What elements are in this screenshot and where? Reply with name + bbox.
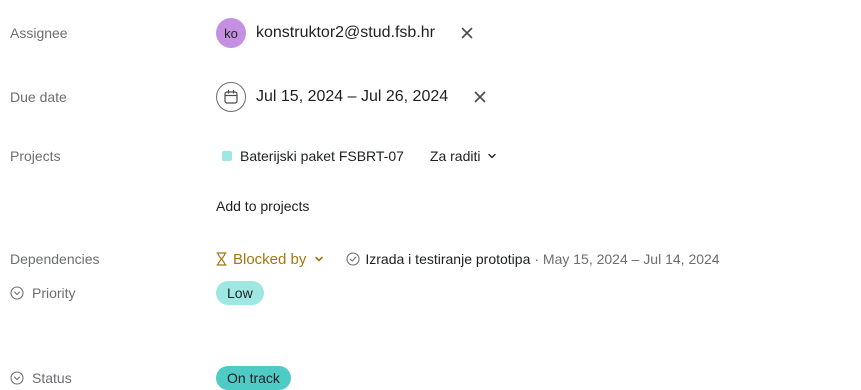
project-item[interactable]: Baterijski paket FSBRT-07 Za raditi: [216, 148, 497, 164]
check-circle-icon: [346, 252, 360, 266]
calendar-icon[interactable]: [216, 82, 246, 112]
due-date-text[interactable]: Jul 15, 2024 – Jul 26, 2024: [256, 88, 448, 106]
priority-label: Priority: [32, 285, 76, 301]
projects-row: Projects Baterijski paket FSBRT-07 Za ra…: [0, 146, 861, 166]
status-row: Status On track: [0, 366, 861, 390]
projects-label: Projects: [10, 148, 61, 164]
project-name[interactable]: Baterijski paket FSBRT-07: [240, 148, 404, 164]
chevron-down-icon: [487, 153, 496, 159]
chevron-down-icon: [315, 256, 324, 262]
status-label: Status: [32, 370, 72, 386]
avatar[interactable]: ko: [216, 18, 246, 48]
status-value[interactable]: On track: [216, 366, 291, 390]
check-circle-icon: [10, 286, 24, 300]
add-to-projects-row: Add to projects: [0, 196, 861, 216]
dependency-task[interactable]: Izrada i testiranje prototipa · May 15, …: [346, 251, 720, 267]
clear-due-date-close-icon[interactable]: [474, 91, 486, 103]
assignee-row: Assignee ko konstruktor2@stud.fsb.hr: [0, 18, 861, 48]
blocked-by-label: Blocked by: [233, 250, 307, 268]
project-section-dropdown[interactable]: Za raditi: [430, 148, 497, 164]
blocked-by-dropdown[interactable]: Blocked by: [216, 251, 324, 268]
dependency-task-dates: · May 15, 2024 – Jul 14, 2024: [534, 251, 720, 267]
project-section-label: Za raditi: [429, 148, 481, 164]
assignee-name[interactable]: konstruktor2@stud.fsb.hr: [256, 24, 435, 42]
priority-badge[interactable]: Low: [216, 281, 264, 305]
priority-field-label: Priority: [10, 285, 76, 301]
assignee-label: Assignee: [10, 25, 68, 41]
priority-row: Priority Low: [0, 281, 861, 305]
dependencies-row: Dependencies Blocked by Izrada i testira…: [0, 248, 861, 270]
status-badge[interactable]: On track: [216, 366, 291, 390]
dependencies-value: Blocked by Izrada i testiranje prototipa…: [216, 251, 720, 268]
remove-assignee-close-icon[interactable]: [461, 27, 473, 39]
due-date-label: Due date: [10, 89, 67, 105]
assignee-value[interactable]: ko konstruktor2@stud.fsb.hr: [216, 18, 473, 48]
dependency-task-name: Izrada i testiranje prototipa: [365, 251, 531, 267]
add-to-projects-button[interactable]: Add to projects: [216, 198, 309, 214]
due-date-row: Due date Jul 15, 2024 – Jul 26, 2024: [0, 81, 861, 113]
status-field-label: Status: [10, 370, 72, 386]
priority-value[interactable]: Low: [216, 281, 264, 305]
check-circle-icon: [10, 371, 24, 385]
project-color-swatch: [222, 151, 232, 161]
due-date-value[interactable]: Jul 15, 2024 – Jul 26, 2024: [216, 82, 486, 112]
dependencies-label: Dependencies: [10, 251, 100, 267]
hourglass-icon: [216, 252, 227, 266]
